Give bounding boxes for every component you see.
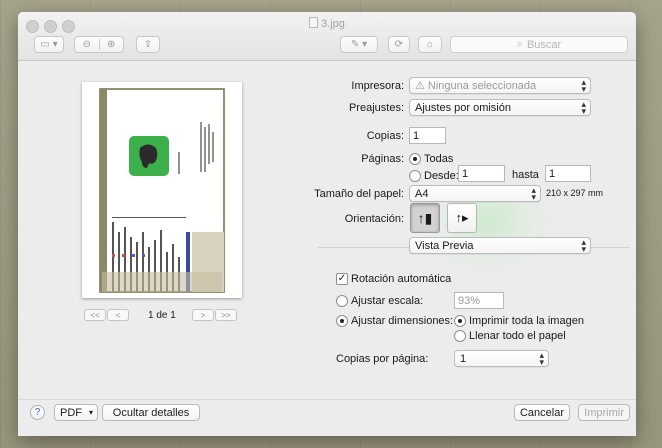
chevron-updown-icon: ▴ ▾	[539, 350, 544, 367]
pages-all-radio[interactable]	[409, 153, 421, 165]
landscape-orientation-button[interactable]: ↑▸	[447, 203, 477, 233]
fit-print-all-radio[interactable]	[454, 315, 466, 327]
fit-fill-label: Llenar todo el papel	[469, 330, 566, 342]
preview-window: 3.jpg ▭ ▾ ⊖ ⊕ ⇪ ✎ ▾ ⟳ ⌂ ⌕ Buscar << < 1 …	[18, 12, 636, 436]
fit-label: Ajustar dimensiones:	[351, 315, 454, 327]
hide-details-button[interactable]: Ocultar detalles	[102, 404, 200, 421]
last-page-button[interactable]: >>	[215, 309, 237, 321]
pages-label: Páginas:	[361, 153, 404, 165]
print-label: Imprimir	[584, 406, 624, 419]
share-icon: ⇪	[143, 39, 153, 50]
print-section-popup[interactable]: Vista Previa ▴ ▾	[409, 237, 591, 254]
page-preview-thumbnail	[99, 88, 225, 293]
presets-popup[interactable]: Ajustes por omisión ▴ ▾	[409, 99, 591, 116]
fit-fill-radio[interactable]	[454, 330, 466, 342]
presets-label: Preajustes:	[348, 102, 404, 114]
sidebar-icon: ▭ ▾	[40, 39, 58, 50]
toolbox-button[interactable]: ⌂	[418, 36, 442, 53]
chevron-down-icon: ▾	[88, 408, 93, 417]
next-page-button[interactable]: >	[192, 309, 214, 321]
help-icon: ?	[34, 407, 41, 418]
paper-size-popup[interactable]: A4 ▴ ▾	[409, 185, 541, 202]
copies-per-page-popup[interactable]: 1 ▴ ▾	[454, 350, 549, 367]
orientation-label: Orientación:	[344, 213, 404, 225]
presets-value: Ajustes por omisión	[415, 101, 511, 114]
landscape-person-icon: ↑▸	[455, 210, 469, 225]
copies-per-page-value: 1	[460, 352, 467, 365]
portrait-person-icon: ↑▮	[417, 209, 433, 226]
printer-popup[interactable]: ⚠ Ninguna seleccionada ▴ ▾	[409, 77, 591, 94]
pages-all-label: Todas	[424, 153, 454, 165]
hide-details-label: Ocultar detalles	[112, 406, 190, 419]
cancel-button[interactable]: Cancelar	[514, 404, 570, 421]
checkmark-icon: ✓	[337, 273, 347, 284]
scale-field[interactable]: 93%	[454, 292, 504, 309]
scale-label: Ajustar escala:	[351, 295, 424, 307]
paper-size-label: Tamaño del papel:	[314, 188, 404, 200]
pdf-label: PDF	[60, 406, 82, 419]
chevron-updown-icon: ▴ ▾	[531, 185, 536, 202]
zoom-controls: ⊖ ⊕	[74, 36, 124, 53]
toolbox-icon: ⌂	[426, 39, 434, 50]
search-placeholder: Buscar	[526, 38, 562, 51]
chevron-updown-icon: ▴ ▾	[581, 237, 586, 254]
scale-radio[interactable]	[336, 295, 348, 307]
fit-radio[interactable]	[336, 315, 348, 327]
pages-from-field[interactable]: 1	[458, 165, 505, 182]
print-section-value: Vista Previa	[415, 239, 474, 252]
sidebar-toggle-button[interactable]: ▭ ▾	[34, 36, 64, 53]
chevron-updown-icon: ▴ ▾	[581, 77, 586, 94]
markup-button[interactable]: ✎ ▾	[340, 36, 378, 53]
next-page-label: >	[200, 310, 206, 320]
fit-print-all-label: Imprimir toda la imagen	[469, 315, 584, 327]
window-title-text: 3.jpg	[321, 18, 345, 30]
page-counter: 1 de 1	[148, 310, 176, 321]
chevron-updown-icon: ▴ ▾	[581, 99, 586, 116]
rotate-button[interactable]: ⟳	[388, 36, 410, 53]
zoom-out-icon[interactable]: ⊖	[75, 39, 100, 50]
print-button[interactable]: Imprimir	[578, 404, 630, 421]
pages-from-label: Desde:	[424, 170, 459, 182]
zoom-in-icon[interactable]: ⊕	[100, 39, 124, 50]
cancel-label: Cancelar	[519, 406, 565, 419]
printer-label: Impresora:	[351, 80, 404, 92]
copies-per-page-label: Copias por página:	[336, 353, 429, 365]
pages-to-field[interactable]: 1	[545, 165, 591, 182]
first-page-button[interactable]: <<	[84, 309, 106, 321]
title-bar: 3.jpg ▭ ▾ ⊖ ⊕ ⇪ ✎ ▾ ⟳ ⌂ ⌕ Buscar	[18, 12, 636, 61]
previous-page-label: <	[115, 310, 121, 320]
paper-size-value: A4	[415, 187, 429, 200]
auto-rotate-checkbox[interactable]: ✓	[336, 273, 348, 285]
copies-label: Copias:	[366, 130, 404, 142]
printer-value: ⚠ Ninguna seleccionada	[415, 80, 537, 92]
share-button[interactable]: ⇪	[136, 36, 160, 53]
help-button[interactable]: ?	[30, 405, 45, 420]
copies-field[interactable]: 1	[409, 127, 446, 144]
pages-to-label: hasta	[512, 169, 539, 181]
auto-rotate-label: Rotación automática	[351, 273, 452, 285]
document-icon	[309, 17, 319, 28]
print-sheet: << < 1 de 1 > >> Impresora: ⚠ Ninguna se…	[18, 61, 636, 436]
pages-from-radio[interactable]	[409, 170, 421, 182]
last-page-label: >>	[221, 310, 231, 320]
first-page-label: <<	[90, 310, 100, 320]
rotate-icon: ⟳	[394, 39, 404, 50]
search-field[interactable]: ⌕ Buscar	[450, 36, 628, 53]
paper-dimensions: 210 x 297 mm	[546, 188, 604, 198]
pen-icon: ✎ ▾	[350, 39, 368, 50]
window-title: 3.jpg	[18, 17, 636, 30]
pdf-menu-button[interactable]: PDF ▾	[54, 404, 98, 421]
search-icon: ⌕	[516, 38, 523, 50]
footer-divider	[18, 399, 636, 400]
portrait-orientation-button[interactable]: ↑▮	[410, 203, 440, 233]
previous-page-button[interactable]: <	[107, 309, 129, 321]
page-preview	[82, 82, 242, 298]
